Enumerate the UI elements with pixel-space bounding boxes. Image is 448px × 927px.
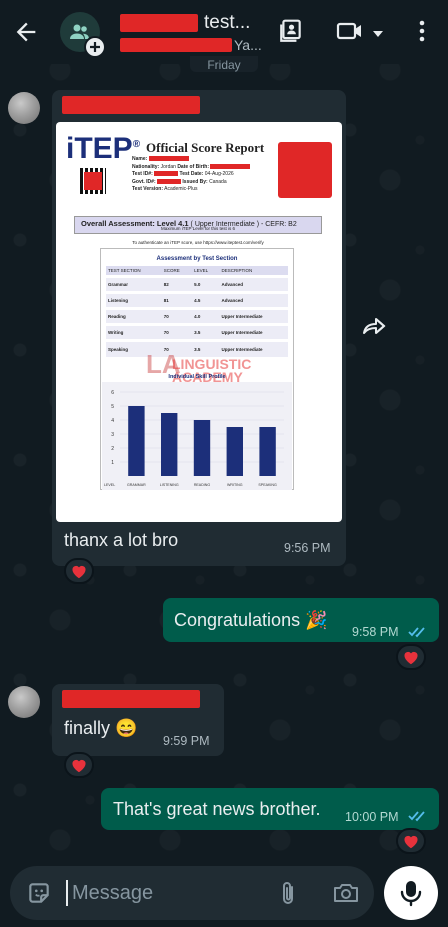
auth-note: To authenticate an iTEP score, use https… (132, 240, 264, 245)
heart-reaction-icon[interactable] (396, 828, 426, 854)
chart-y-tick-label: 2 (111, 446, 114, 452)
redacted-title (120, 14, 198, 32)
table-cell: Upper Intermediate (219, 323, 288, 341)
message-input[interactable] (66, 880, 256, 906)
message-text: finally 😄 (64, 718, 138, 738)
redacted-photo (278, 142, 332, 198)
table-cell: 81 (161, 291, 193, 309)
table-cell: Grammar (106, 275, 162, 293)
attach-icon[interactable] (276, 880, 300, 913)
table-header: DESCRIPTION (219, 266, 288, 277)
chart-x-tick-label: LISTENING (160, 483, 179, 487)
table-cell: 5.0 (192, 275, 220, 293)
message-time: 10:00 PM (345, 810, 399, 824)
score-report-image[interactable]: iTEP® Official Score Report Name: Nation… (56, 122, 342, 522)
mic-icon (400, 881, 422, 907)
table-row: Reading 70 4.0 Upper Intermediate (106, 307, 288, 325)
chart-y-axis-label: LEVEL (104, 483, 115, 487)
video-call-icon[interactable] (336, 18, 364, 49)
contact-card-icon[interactable] (278, 18, 304, 49)
chart-x-tick-label: READING (194, 483, 211, 487)
section-title: Assessment by Test Section (156, 256, 238, 262)
chart-title: Individual Skill Profile (168, 374, 226, 380)
back-arrow-icon[interactable] (12, 18, 40, 46)
sticker-icon[interactable] (26, 880, 52, 911)
table-row: Grammar 82 5.0 Advanced (106, 275, 288, 293)
redacted-subtitle (120, 38, 232, 52)
redacted-sender-name (62, 96, 200, 114)
redacted-qr (84, 172, 102, 190)
table-cell: 3.5 (192, 323, 220, 341)
message-text: thanx a lot bro (64, 530, 179, 550)
chart-y-tick-label: 3 (111, 432, 114, 438)
table-cell: Advanced (219, 291, 288, 309)
message-time: 9:56 PM (284, 541, 331, 555)
chart-bar (259, 427, 276, 476)
skill-profile-chart: 1 2 3 4 5 6 GRAMMAR LISTENING READING WRITING SPEA… (102, 382, 292, 490)
chart-x-tick-label: SPEAKING (258, 483, 277, 487)
itep-logo: iTEP® (66, 132, 141, 165)
table-cell: Upper Intermediate (219, 339, 288, 357)
message-text: That's great news brother. (113, 799, 321, 819)
message-time: 9:59 PM (163, 734, 210, 748)
heart-reaction-icon[interactable] (396, 644, 426, 670)
camera-icon[interactable] (332, 880, 360, 911)
read-ticks-icon (408, 627, 425, 638)
table-header: SCORE (161, 266, 193, 277)
table-cell: 82 (161, 275, 193, 293)
sender-avatar[interactable] (8, 92, 40, 124)
table-cell: Listening (106, 291, 162, 309)
table-cell: 70 (161, 323, 193, 341)
mic-button[interactable] (384, 866, 438, 920)
table-cell: Reading (106, 307, 162, 325)
chart-y-tick-label: 6 (111, 390, 114, 396)
table-cell: Advanced (219, 275, 288, 293)
chart-y-tick-label: 4 (111, 418, 114, 424)
chart-bar (193, 420, 211, 476)
chart-y-tick-label: 1 (111, 460, 114, 466)
chart-bar (161, 413, 178, 476)
date-chip: Friday (190, 56, 258, 72)
chart-bar (226, 427, 243, 476)
sender-avatar[interactable] (8, 686, 40, 718)
chart-bar (128, 406, 145, 476)
heart-reaction-icon[interactable] (64, 752, 94, 778)
redacted-sender-name (62, 690, 200, 708)
chat-header: test... Ya... (0, 0, 448, 64)
table-row: Writing 70 3.5 Upper Intermediate (106, 323, 288, 341)
overall-assessment: Overall Assessment: Level 4.1 ( Upper In… (74, 216, 322, 234)
heart-reaction-icon[interactable] (64, 558, 94, 584)
message-composer (10, 866, 374, 920)
table-cell: 70 (161, 307, 193, 325)
table-header: LEVEL (192, 266, 220, 277)
table-cell: 3.5 (192, 339, 220, 357)
report-title: Official Score Report (146, 140, 265, 155)
table-row: Listening 81 4.5 Advanced (106, 291, 288, 309)
table-header: TEST SECTION (106, 266, 162, 277)
table-cell: Writing (106, 323, 162, 341)
report-fields: Name: Nationality: Jordan Date of Birth:… (132, 156, 251, 194)
message-text: Congratulations 🎉 (174, 610, 328, 630)
chart-x-tick-label: GRAMMAR (127, 483, 146, 487)
dropdown-caret-icon[interactable] (372, 26, 384, 44)
table-cell: 4.5 (192, 291, 220, 309)
section-table: TEST SECTION SCORE LEVEL DESCRIPTION Gra… (106, 266, 288, 357)
skill-chart-svg: 1 2 3 4 5 6 GRAMMAR LISTENING READING WRITING SPEA… (104, 390, 284, 487)
more-options-icon[interactable] (418, 18, 426, 49)
overall-max-note: Maximum iTEP Level for this test is 6 (161, 226, 235, 231)
chart-y-tick-label: 5 (111, 404, 114, 410)
read-ticks-icon (408, 811, 425, 822)
table-row: Speaking 70 3.5 Upper Intermediate (106, 339, 288, 357)
table-cell: Upper Intermediate (219, 307, 288, 325)
message-time: 9:58 PM (352, 625, 399, 639)
chart-x-tick-label: WRITING (227, 483, 243, 487)
forward-icon[interactable] (356, 308, 392, 344)
table-cell: 4.0 (192, 307, 220, 325)
add-icon[interactable] (84, 36, 106, 58)
